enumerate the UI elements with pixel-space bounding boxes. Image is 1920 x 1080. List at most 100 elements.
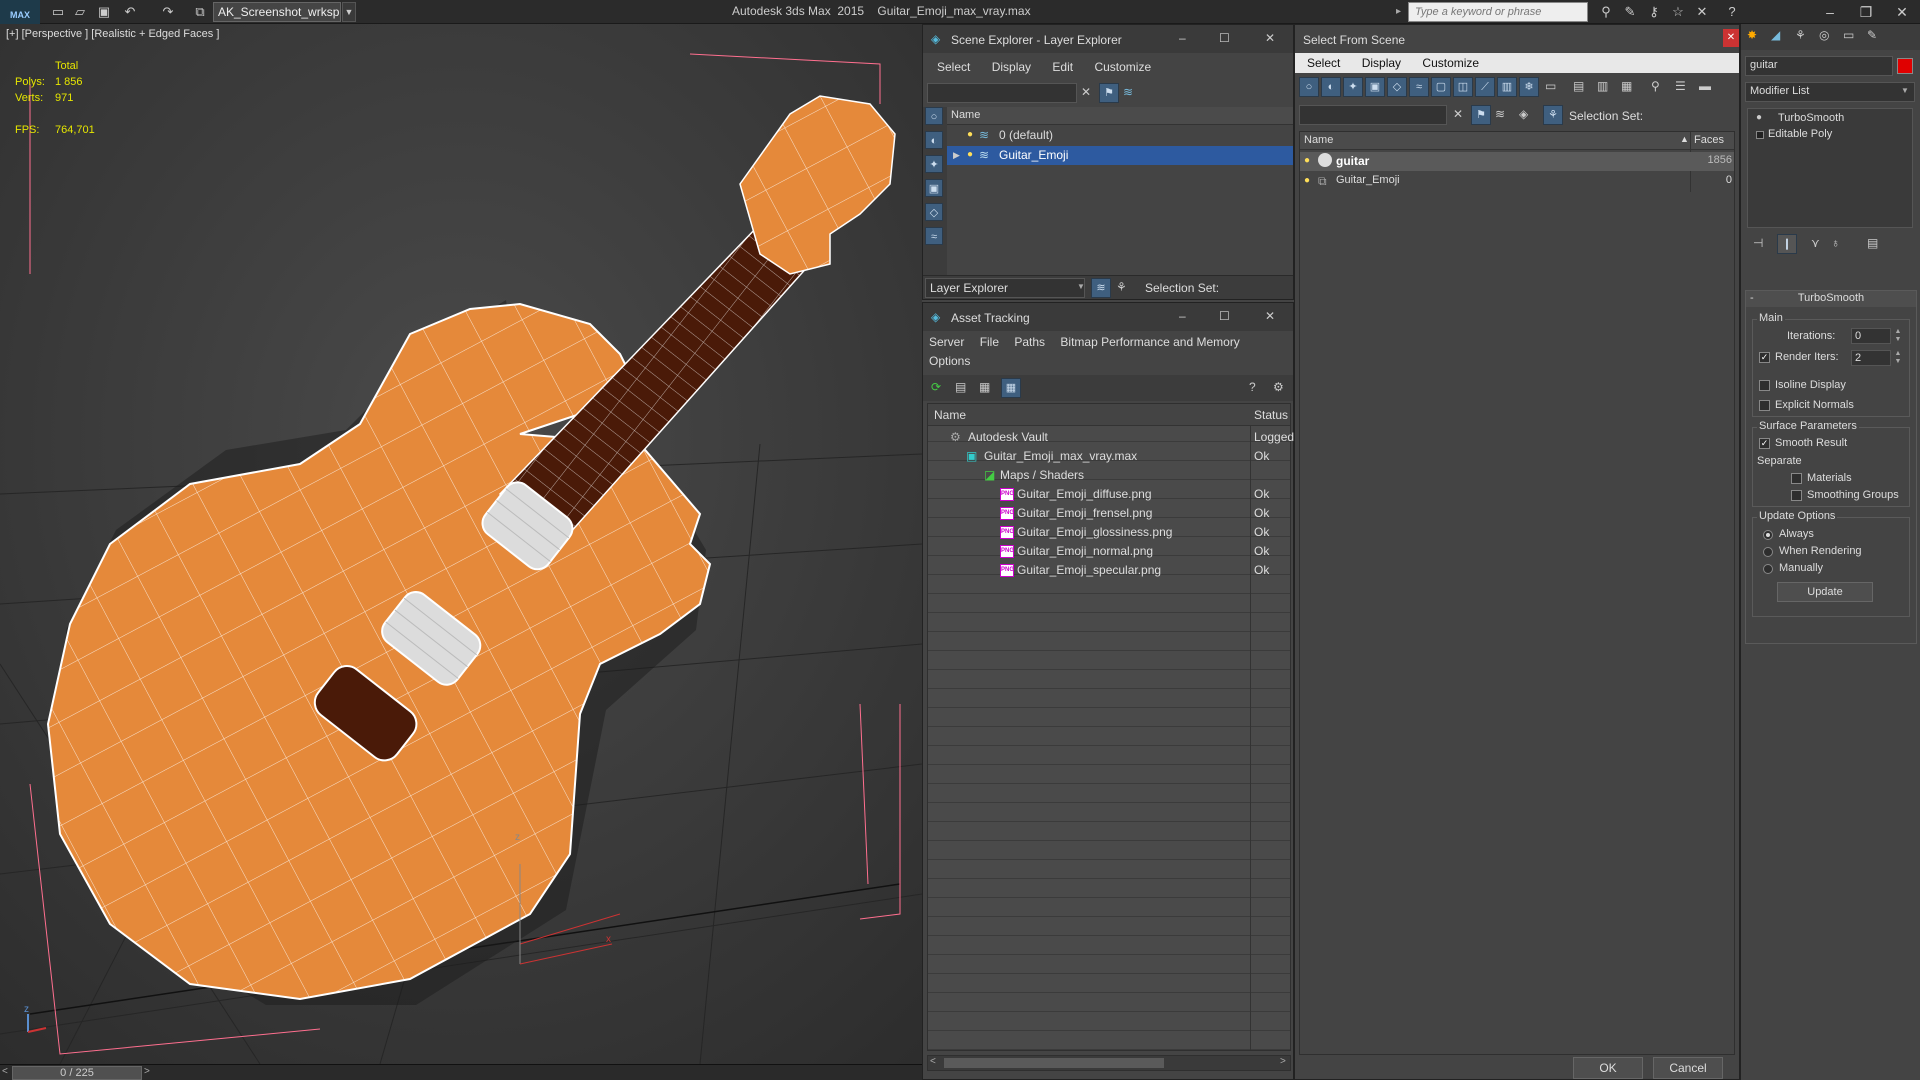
object-list-header[interactable]: Name ▲ Faces	[1300, 132, 1734, 150]
new-file-icon[interactable]: ▭	[50, 4, 66, 20]
configure-modifier-sets-icon[interactable]: ▤	[1867, 236, 1878, 250]
layer-filter-icon[interactable]: ≋	[1495, 107, 1505, 121]
find-input[interactable]	[927, 83, 1077, 103]
explorer-type-select[interactable]: Layer Explorer	[925, 278, 1085, 298]
smoothing-groups-checkbox[interactable]	[1791, 490, 1802, 501]
menu-options[interactable]: Options	[929, 354, 970, 368]
filter-icon[interactable]: ⚑	[1099, 83, 1119, 103]
scrollbar-thumb[interactable]	[944, 1058, 1164, 1068]
column-name[interactable]: Name	[1304, 134, 1333, 146]
asset-table-header[interactable]: Name Status	[928, 404, 1290, 426]
menu-server[interactable]: Server	[929, 335, 964, 349]
lightbulb-icon[interactable]: ●	[1304, 155, 1313, 167]
horizontal-scrollbar[interactable]: < >	[927, 1055, 1291, 1071]
scroll-right-icon[interactable]: >	[1280, 1056, 1286, 1067]
close-icon[interactable]: ✕	[1723, 29, 1739, 47]
object-row[interactable]: ● ⧉ Guitar_Emoji 0	[1300, 172, 1734, 191]
search-expand-icon[interactable]: ▸	[1396, 6, 1401, 17]
table-view-icon[interactable]: ▦	[1001, 378, 1021, 398]
maximize-icon[interactable]: ☐	[1219, 309, 1230, 323]
show-end-result-icon[interactable]: ❙	[1777, 234, 1797, 254]
app-logo-icon[interactable]: MAX	[0, 0, 40, 24]
asset-row[interactable]: PNG Guitar_Emoji_diffuse.png Ok	[928, 485, 1290, 504]
layer-list-header[interactable]: Name	[947, 107, 1293, 125]
collapse-icon[interactable]: ▬	[1699, 79, 1711, 93]
layers-icon[interactable]: ◈	[1519, 107, 1528, 121]
close-search-icon[interactable]: ✕	[1694, 4, 1710, 20]
clear-find-icon[interactable]: ✕	[1081, 85, 1091, 99]
menu-customize[interactable]: Customize	[1094, 60, 1151, 74]
star-icon[interactable]: ☆	[1670, 4, 1686, 20]
spinner-arrows-icon[interactable]: ▲ ▼	[1893, 350, 1903, 366]
filter-lights-icon[interactable]: ✦	[1343, 77, 1363, 97]
filter-icon[interactable]: ⚲	[1651, 79, 1660, 93]
menu-select[interactable]: Select	[1307, 56, 1340, 70]
create-tab-icon[interactable]: ✸	[1747, 28, 1757, 42]
iterations-spinner[interactable]: 0	[1851, 328, 1891, 344]
materials-checkbox[interactable]	[1791, 473, 1802, 484]
hierarchy-filter-icon[interactable]: ☰	[1675, 79, 1686, 93]
spinner-arrows-icon[interactable]: ▲ ▼	[1893, 328, 1903, 344]
remove-modifier-icon[interactable]: ♁	[1831, 236, 1840, 250]
object-name-input[interactable]: guitar	[1745, 56, 1893, 76]
filter-cameras-icon[interactable]: ▣	[1365, 77, 1385, 97]
object-color-swatch[interactable]	[1897, 58, 1913, 74]
cancel-button[interactable]: Cancel	[1653, 1057, 1723, 1079]
close-icon[interactable]: ✕	[1265, 31, 1275, 45]
display-shapes-icon[interactable]: ◐	[925, 131, 943, 149]
layer-row[interactable]: ● ≋ 0 (default)	[947, 126, 1293, 145]
minimize-icon[interactable]: –	[1179, 309, 1186, 323]
undo-icon[interactable]: ↶	[122, 4, 138, 20]
display-spacewarps-icon[interactable]: ≈	[925, 227, 943, 245]
asset-row[interactable]: PNG Guitar_Emoji_frensel.png Ok	[928, 504, 1290, 523]
help-icon[interactable]: ?	[1724, 4, 1740, 20]
layer-explorer-icon[interactable]: ≋	[1091, 278, 1111, 298]
save-icon[interactable]: ▣	[96, 4, 112, 20]
render-iters-checkbox[interactable]: ✓	[1759, 352, 1770, 363]
filter-icon[interactable]: ⚑	[1471, 105, 1491, 125]
project-folder-icon[interactable]: ⧉	[192, 4, 208, 20]
always-radio[interactable]	[1763, 530, 1773, 540]
display-cameras-icon[interactable]: ▣	[925, 179, 943, 197]
chevron-down-icon[interactable]: ▼	[342, 2, 356, 22]
filter-containers-icon[interactable]: ▥	[1497, 77, 1517, 97]
hierarchy-icon[interactable]: ⚘	[1116, 280, 1127, 294]
chevron-down-icon[interactable]: ▼	[1077, 282, 1085, 291]
column-status[interactable]: Status	[1254, 408, 1288, 422]
open-folder-icon[interactable]: ▱	[72, 4, 88, 20]
object-row-highlighted[interactable]: ● guitar 1856	[1300, 152, 1734, 171]
filter-hidden-icon[interactable]: ▭	[1545, 79, 1556, 93]
menu-select[interactable]: Select	[937, 60, 970, 74]
isoline-display-checkbox[interactable]	[1759, 380, 1770, 391]
modify-tab-icon[interactable]: ◢	[1771, 28, 1780, 42]
filter-helpers-icon[interactable]: ◇	[1387, 77, 1407, 97]
layer-row-selected[interactable]: ▶ ● ≋ Guitar_Emoji	[947, 146, 1293, 165]
display-geometry-icon[interactable]: ○	[925, 107, 943, 125]
minimize-icon[interactable]: –	[1812, 0, 1848, 24]
asset-row[interactable]: PNG Guitar_Emoji_specular.png Ok	[928, 561, 1290, 580]
next-frame-icon[interactable]: >	[144, 1066, 150, 1077]
viewport-label[interactable]: [+] [Perspective ] [Realistic + Edged Fa…	[6, 28, 219, 40]
maximize-icon[interactable]: ❐	[1848, 0, 1884, 24]
hierarchy-icon[interactable]: ⚘	[1543, 105, 1563, 125]
menu-display[interactable]: Display	[1362, 56, 1401, 70]
layer-filter-icon[interactable]: ≋	[1123, 85, 1133, 99]
select-none-icon[interactable]: ▥	[1597, 79, 1608, 93]
menu-file[interactable]: File	[980, 335, 999, 349]
select-all-icon[interactable]: ▤	[1573, 79, 1584, 93]
scroll-left-icon[interactable]: <	[930, 1056, 936, 1067]
update-button[interactable]: Update	[1777, 582, 1873, 602]
asset-row[interactable]: ◪ Maps / Shaders	[928, 466, 1290, 485]
column-faces[interactable]: Faces	[1694, 134, 1724, 146]
filter-xrefs-icon[interactable]: ◫	[1453, 77, 1473, 97]
search-input[interactable]: Type a keyword or phrase	[1408, 2, 1588, 22]
display-tab-icon[interactable]: ▭	[1843, 28, 1854, 42]
menu-paths[interactable]: Paths	[1014, 335, 1045, 349]
asset-row[interactable]: ▣ Guitar_Emoji_max_vray.max Ok	[928, 447, 1290, 466]
filter-shapes-icon[interactable]: ◐	[1321, 77, 1341, 97]
pin-stack-icon[interactable]: ⊣	[1753, 236, 1763, 250]
lightbulb-icon[interactable]: ●	[1756, 112, 1762, 123]
key-icon[interactable]: ⚷	[1646, 4, 1662, 20]
display-helpers-icon[interactable]: ◇	[925, 203, 943, 221]
column-name[interactable]: Name	[951, 109, 980, 121]
